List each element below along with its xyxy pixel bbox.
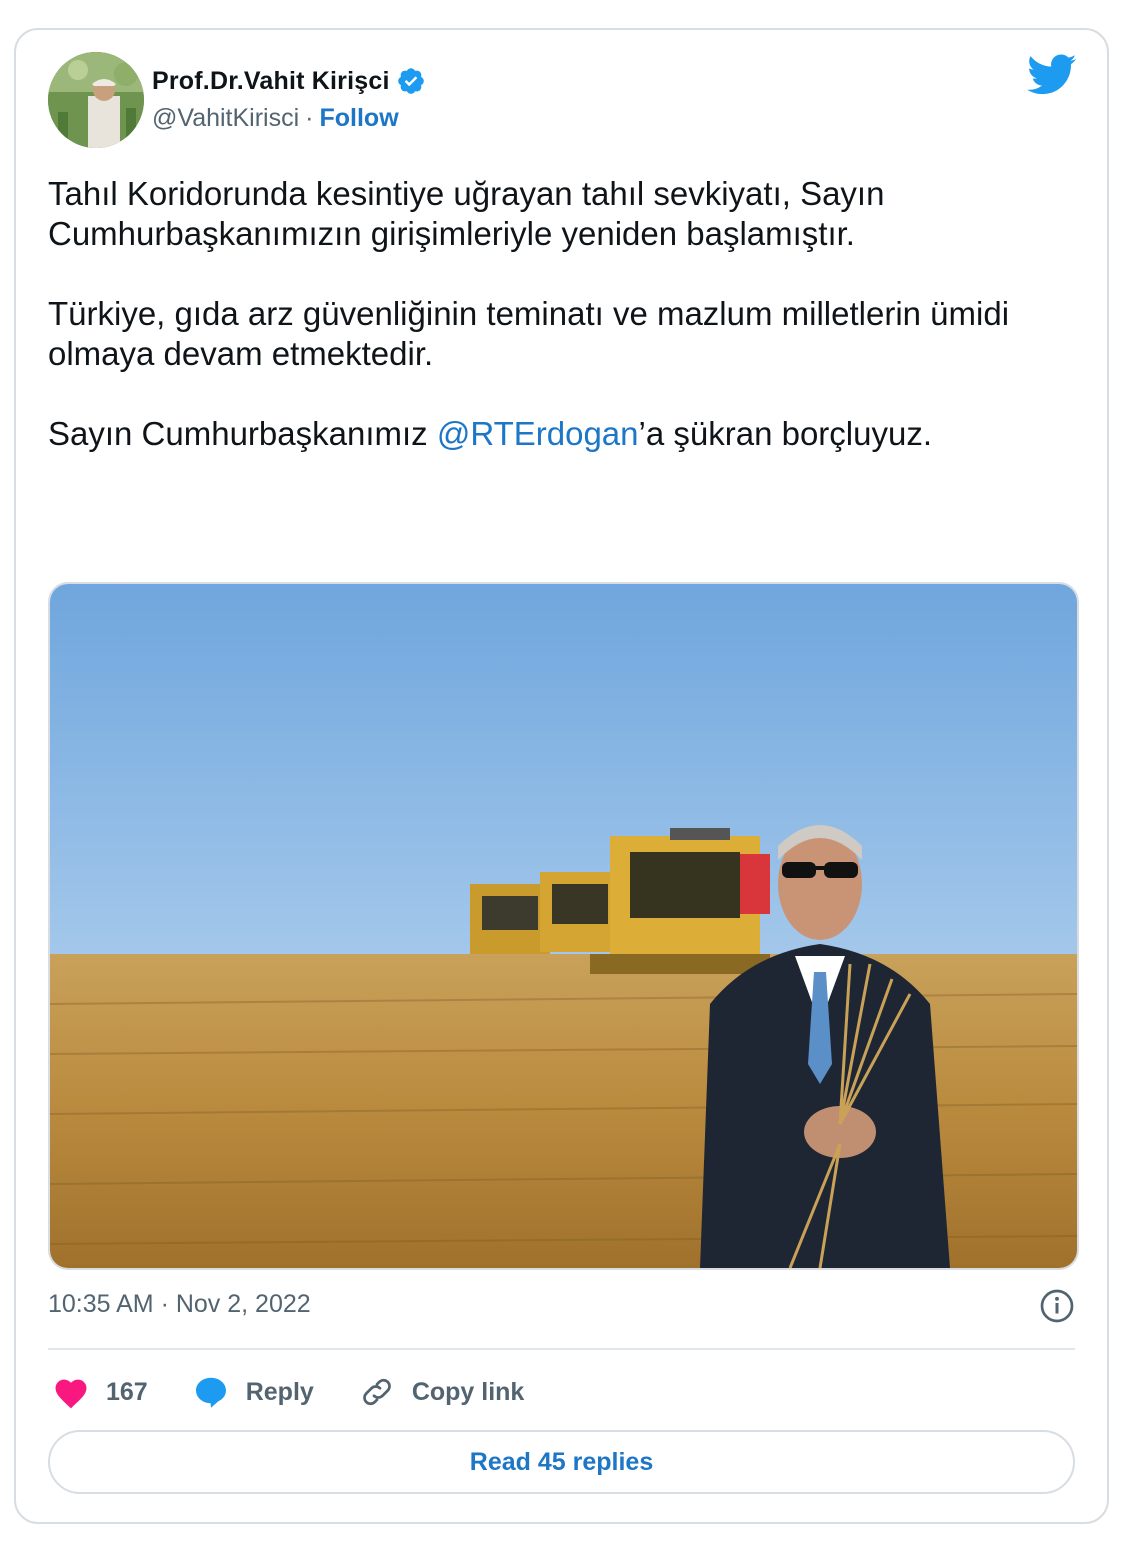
copy-link-label: Copy link: [411, 1377, 525, 1406]
link-icon: [363, 1378, 391, 1406]
mention-link[interactable]: @RTErdogan: [437, 415, 639, 452]
handle-row: @VahitKirisci · Follow: [152, 104, 399, 133]
user-handle[interactable]: @VahitKirisci: [152, 104, 299, 133]
tweet-paragraph: Tahıl Koridorunda kesintiye uğrayan tahı…: [48, 175, 885, 252]
like-button[interactable]: 167: [52, 1375, 148, 1409]
reply-button[interactable]: Reply: [192, 1374, 314, 1410]
paragraph-text: Sayın Cumhurbaşkanımız: [48, 415, 437, 452]
name-row: Prof.Dr.Vahit Kirişci: [152, 66, 426, 96]
twitter-bird-icon[interactable]: [1027, 54, 1077, 96]
avatar[interactable]: [48, 52, 144, 148]
separator-dot: ·: [305, 104, 314, 132]
tweet-header: Prof.Dr.Vahit Kirişci @VahitKirisci · Fo…: [48, 52, 1077, 152]
info-icon[interactable]: [1039, 1288, 1075, 1324]
reply-label: Reply: [245, 1377, 314, 1406]
follow-button[interactable]: Follow: [320, 104, 399, 133]
display-name[interactable]: Prof.Dr.Vahit Kirişci: [152, 67, 390, 96]
paragraph-text: ’a şükran borçluyuz.: [638, 415, 932, 452]
tweet-card: Prof.Dr.Vahit Kirişci @VahitKirisci · Fo…: [14, 28, 1109, 1524]
verified-badge-icon: [397, 68, 424, 94]
tweet-photo[interactable]: [48, 582, 1079, 1270]
divider: [48, 1348, 1075, 1350]
reply-bubble-icon: [195, 1377, 226, 1408]
heart-icon: [55, 1379, 87, 1409]
tweet-timestamp[interactable]: 10:35 AM · Nov 2, 2022: [48, 1290, 311, 1319]
tweet-paragraph: Türkiye, gıda arz güvenliğinin teminatı …: [48, 295, 1010, 372]
like-count: 167: [106, 1377, 148, 1406]
read-replies-button[interactable]: Read 45 replies: [48, 1430, 1075, 1494]
tweet-paragraph: Sayın Cumhurbaşkanımız @RTErdogan’a şükr…: [48, 414, 1088, 454]
tweet-text: Tahıl Koridorunda kesintiye uğrayan tahı…: [48, 174, 1088, 494]
action-bar: 167 Reply Copy link: [52, 1370, 568, 1414]
copy-link-button[interactable]: Copy link: [358, 1374, 525, 1410]
